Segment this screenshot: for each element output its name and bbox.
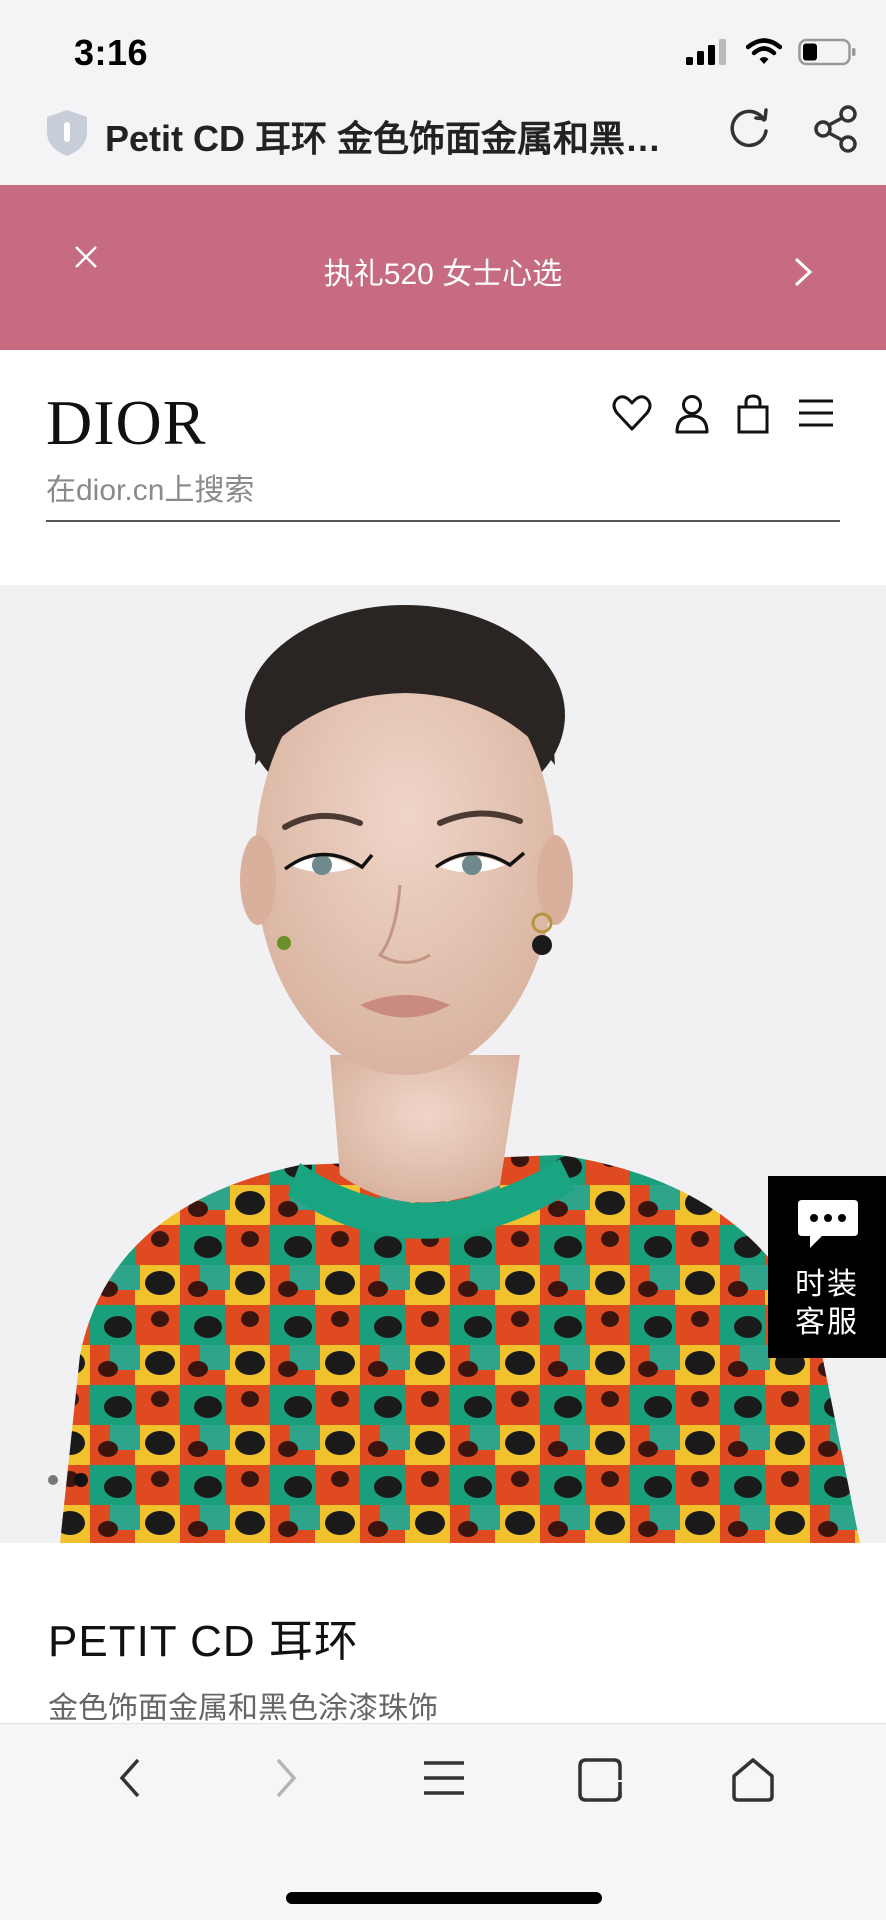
menu-icon[interactable]: [798, 398, 834, 428]
reload-icon[interactable]: [726, 106, 772, 152]
heart-icon[interactable]: [612, 394, 652, 432]
carousel-dot[interactable]: [48, 1475, 58, 1485]
signal-icon: [686, 39, 726, 65]
share-icon[interactable]: [812, 104, 860, 154]
dior-logo[interactable]: DIOR: [46, 386, 206, 460]
chat-label: 时装 客服: [768, 1266, 886, 1342]
home-indicator: [286, 1892, 602, 1904]
site-header: DIOR: [0, 350, 886, 585]
browser-toolbar: [0, 1723, 886, 1920]
promo-text[interactable]: 执礼520 女士心选: [0, 249, 886, 293]
battery-icon: [798, 38, 856, 66]
carousel-dot-active[interactable]: [74, 1473, 88, 1487]
chat-label-line2: 客服: [795, 1306, 859, 1339]
customer-service-chat-button[interactable]: 时装 客服: [768, 1176, 886, 1358]
carousel-dots[interactable]: [48, 1473, 88, 1487]
product-info: PETIT CD 耳环 金色饰面金属和黑色涂漆珠饰: [0, 1543, 886, 1725]
shield-icon[interactable]: [44, 108, 90, 158]
wifi-icon: [746, 38, 782, 64]
home-icon[interactable]: [728, 1756, 778, 1804]
model-photo: [0, 585, 886, 1543]
forward-icon[interactable]: [274, 1756, 298, 1800]
status-icons: [686, 38, 856, 66]
product-image[interactable]: [0, 585, 886, 1543]
tabs-icon[interactable]: [576, 1756, 624, 1804]
status-bar: 3:16: [0, 0, 886, 90]
chevron-right-icon[interactable]: [792, 255, 814, 289]
screen: 3:16 Petit CD 耳环 金色饰面金属和黑… 执礼520 女士心选 DI…: [0, 0, 886, 1920]
browser-address-bar[interactable]: Petit CD 耳环 金色饰面金属和黑…: [0, 90, 886, 185]
menu-lines-icon[interactable]: [424, 1760, 464, 1796]
search-input[interactable]: [46, 462, 840, 522]
promo-banner[interactable]: 执礼520 女士心选: [0, 185, 886, 350]
shopping-bag-icon[interactable]: [736, 394, 770, 434]
chat-label-line1: 时装: [795, 1268, 859, 1301]
product-name: PETIT CD 耳环: [48, 1617, 359, 1666]
back-icon[interactable]: [118, 1756, 142, 1800]
status-time: 3:16: [74, 32, 149, 73]
page-title[interactable]: Petit CD 耳环 金色饰面金属和黑…: [105, 110, 705, 162]
account-icon[interactable]: [674, 394, 710, 434]
chat-bubble-icon: [798, 1200, 858, 1248]
product-description: 金色饰面金属和黑色涂漆珠饰: [48, 1692, 438, 1725]
